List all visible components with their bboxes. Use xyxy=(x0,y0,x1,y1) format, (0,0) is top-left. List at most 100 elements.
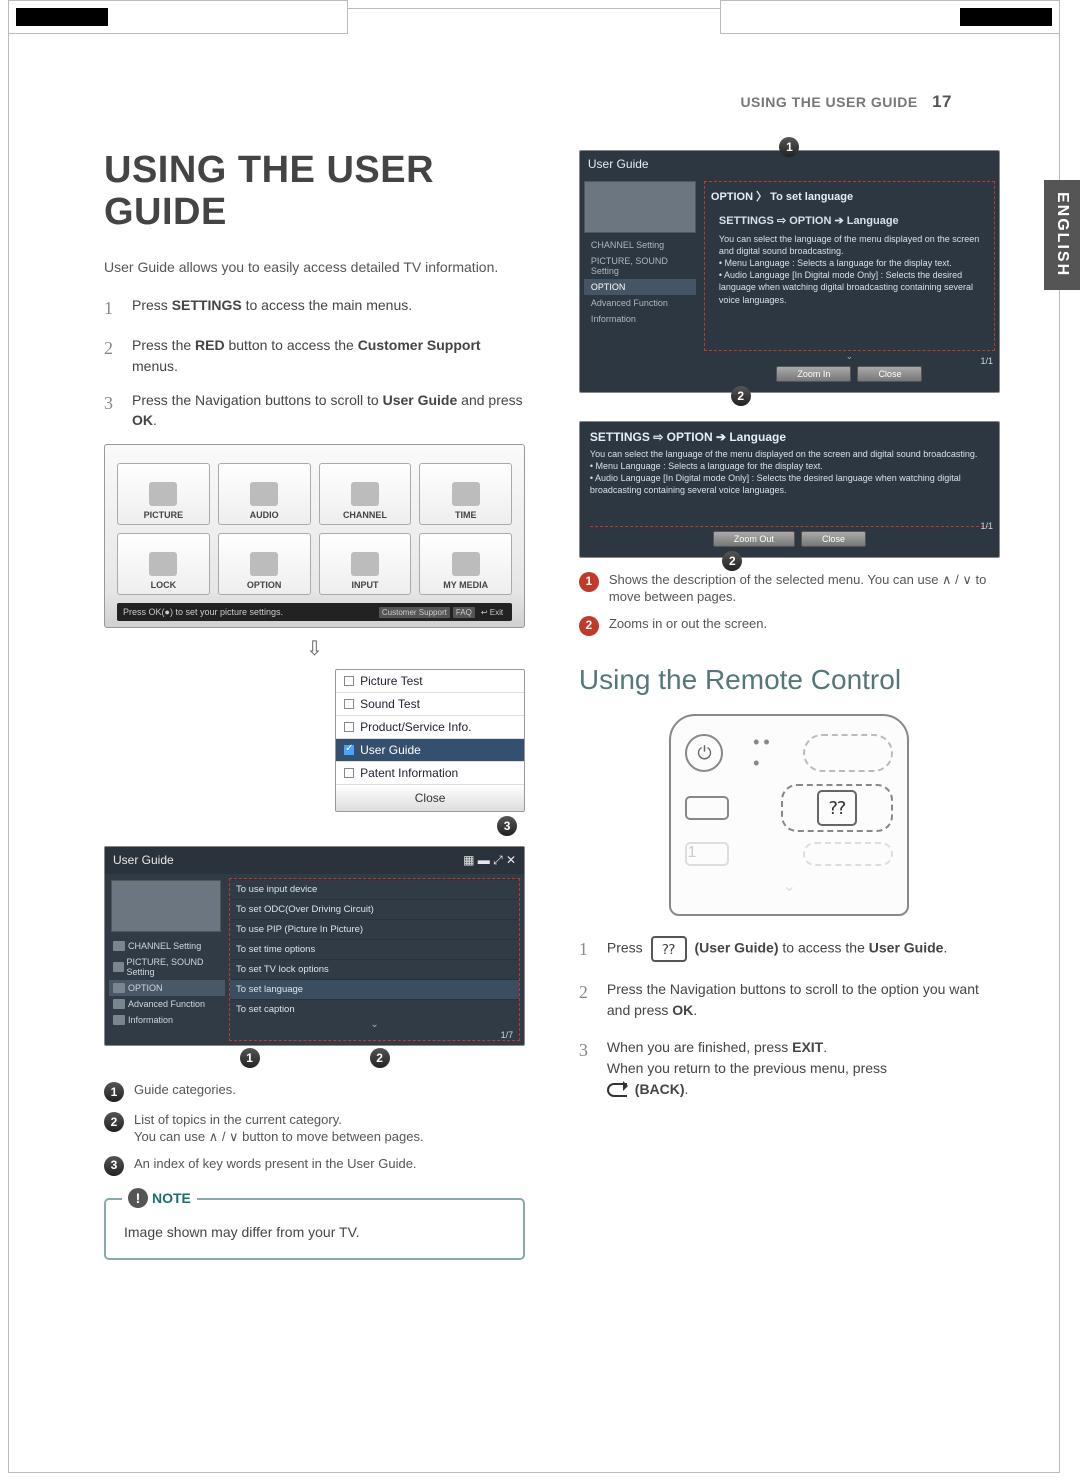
customer-support-submenu: Picture Test Sound Test Product/Service … xyxy=(335,669,525,812)
menu-tile-channel: CHANNEL xyxy=(319,463,412,525)
submenu-item: Patent Information xyxy=(336,762,524,785)
legend-marker: 2 xyxy=(579,616,599,636)
legend-text: Guide categories. xyxy=(134,1082,236,1102)
legend-left: 1Guide categories. 2List of topics in th… xyxy=(104,1082,525,1176)
down-arrow-icon: ⇩ xyxy=(104,636,525,661)
screen-side: CHANNEL Setting PICTURE, SOUND Setting O… xyxy=(580,177,700,392)
zoom-out-button: Zoom Out xyxy=(713,531,795,547)
detail-lead: SETTINGS ⇨ OPTION ➔ Language xyxy=(719,214,980,229)
subheading: Using the Remote Control xyxy=(579,664,1000,696)
dots-icon: ••• xyxy=(753,732,774,774)
side-item: PICTURE, SOUND Setting xyxy=(584,253,696,279)
procedure-steps: 1 Press SETTINGS to access the main menu… xyxy=(104,295,525,430)
step-text: Press SETTINGS to access the main menus. xyxy=(132,295,412,321)
legend-marker: 1 xyxy=(579,572,599,592)
detail-lead: SETTINGS ⇨ OPTION ➔ Language xyxy=(590,430,786,444)
detail-header: OPTION 〉 To set language xyxy=(711,186,988,208)
running-header: USING THE USER GUIDE 17 xyxy=(740,92,952,112)
legend-text: Zooms in or out the screen. xyxy=(609,616,767,636)
legend-right: 1 Shows the description of the selected m… xyxy=(579,572,1000,636)
step-number: 1 xyxy=(104,295,118,321)
topic-row: To set ODC(Over Driving Circuit) xyxy=(230,899,519,919)
callout-2: 2 xyxy=(731,386,751,406)
topic-row: To use PIP (Picture In Picture) xyxy=(230,919,519,939)
settings-menu-screenshot: PICTURE AUDIO CHANNEL TIME LOCK OPTION I… xyxy=(104,444,525,628)
side-item-selected: OPTION xyxy=(584,279,696,295)
side-item: Advanced Function xyxy=(584,295,696,311)
side-item: CHANNEL Setting xyxy=(109,938,225,954)
legend-text: Shows the description of the selected me… xyxy=(609,572,1000,606)
user-guide-key-highlight: ⁇ xyxy=(781,784,893,832)
menu-tile-picture: PICTURE xyxy=(117,463,210,525)
side-item: Advanced Function xyxy=(109,996,225,1012)
menu-tile-mymedia: MY MEDIA xyxy=(419,533,512,595)
note-box: !NOTE Image shown may differ from your T… xyxy=(104,1198,525,1260)
screen-main: OPTION 〉 To set language SETTINGS ⇨ OPTI… xyxy=(700,177,999,392)
guide-topic-list: To use input device To set ODC(Over Driv… xyxy=(229,878,520,1041)
step-text: Press the Navigation buttons to scroll t… xyxy=(132,390,525,431)
toolbar-icons: ▦ ▬ ⤢ ✕ xyxy=(463,853,516,868)
step-text: Press the RED button to access the Custo… xyxy=(132,335,525,376)
info-icon: ! xyxy=(128,1188,148,1208)
step-number: 3 xyxy=(104,390,118,431)
close-button: Close xyxy=(801,531,866,547)
detail-screen-2: SETTINGS ⇨ OPTION ➔ Language You can sel… xyxy=(579,421,1000,559)
callout-row-left: 1 2 xyxy=(104,1048,525,1068)
settings-footer-bar: Press OK(●) to set your picture settings… xyxy=(117,603,512,621)
guide-side-categories: CHANNEL Setting PICTURE, SOUND Setting O… xyxy=(105,874,225,1045)
guide-panel-title: User Guide xyxy=(113,853,174,868)
note-text: Image shown may differ from your TV. xyxy=(124,1224,360,1240)
side-item: Information xyxy=(584,311,696,327)
step-text: Press ⁇ (User Guide) to access the User … xyxy=(607,936,947,963)
step-number: 3 xyxy=(579,1037,593,1100)
remote-key: 1 xyxy=(685,842,729,866)
page-indicator: 1/7 xyxy=(230,1030,519,1040)
topic-row: To set TV lock options xyxy=(230,959,519,979)
menu-tile-time: TIME xyxy=(419,463,512,525)
callout-2: 2 xyxy=(722,551,742,571)
topic-row: To set time options xyxy=(230,939,519,959)
callout-1: 1 xyxy=(240,1048,260,1068)
back-icon xyxy=(607,1083,627,1097)
zoom-button: Zoom In xyxy=(776,366,851,382)
side-item: CHANNEL Setting xyxy=(584,237,696,253)
menu-tile-lock: LOCK xyxy=(117,533,210,595)
submenu-item-selected: User Guide xyxy=(336,739,524,762)
submenu-item: Sound Test xyxy=(336,693,524,716)
power-icon: ⏻ xyxy=(685,734,723,772)
menu-tile-audio: AUDIO xyxy=(218,463,311,525)
user-guide-key-icon: ⁇ xyxy=(817,790,857,826)
detail-screen-1: 1 User Guide CHANNEL Setting PICTURE, SO… xyxy=(579,150,1000,393)
submenu-item: Product/Service Info. xyxy=(336,716,524,739)
legend-marker: 1 xyxy=(104,1082,124,1102)
callout-3: 3 xyxy=(497,816,517,836)
menu-tile-input: INPUT xyxy=(319,533,412,595)
legend-marker: 3 xyxy=(104,1156,124,1176)
menu-tile-option: OPTION xyxy=(218,533,311,595)
step-number: 1 xyxy=(579,936,593,963)
callout-1: 1 xyxy=(779,137,799,157)
legend-text: List of topics in the current category.Y… xyxy=(134,1112,424,1146)
step-number: 2 xyxy=(579,979,593,1021)
user-guide-panel-screenshot: User Guide ▦ ▬ ⤢ ✕ CHANNEL Setting PICTUR… xyxy=(104,846,525,1046)
side-item: PICTURE, SOUND Setting xyxy=(109,954,225,980)
topic-row: To set caption xyxy=(230,999,519,1019)
remote-key xyxy=(685,796,729,820)
preview-thumbnail xyxy=(111,880,221,932)
page-number: 17 xyxy=(932,92,952,111)
step-text: When you are finished, press EXIT.When y… xyxy=(607,1037,887,1100)
intro-text: User Guide allows you to easily access d… xyxy=(104,258,525,278)
user-guide-key-icon: ⁇ xyxy=(651,936,687,962)
topic-row: To use input device xyxy=(230,879,519,899)
submenu-item: Picture Test xyxy=(336,670,524,693)
remote-steps: 1 Press ⁇ (User Guide) to access the Use… xyxy=(579,936,1000,1100)
close-button: Close xyxy=(857,366,922,382)
header-section: USING THE USER GUIDE xyxy=(740,94,917,110)
legend-text: An index of key words present in the Use… xyxy=(134,1156,417,1176)
side-item-selected: OPTION xyxy=(109,980,225,996)
language-tab: ENGLISH xyxy=(1044,180,1080,290)
submenu-close-button: Close xyxy=(336,785,524,811)
callout-2: 2 xyxy=(370,1048,390,1068)
note-label: !NOTE xyxy=(122,1188,197,1208)
remote-illustration: ⏻ ••• ⁇ 1 ⌄ xyxy=(669,714,909,916)
